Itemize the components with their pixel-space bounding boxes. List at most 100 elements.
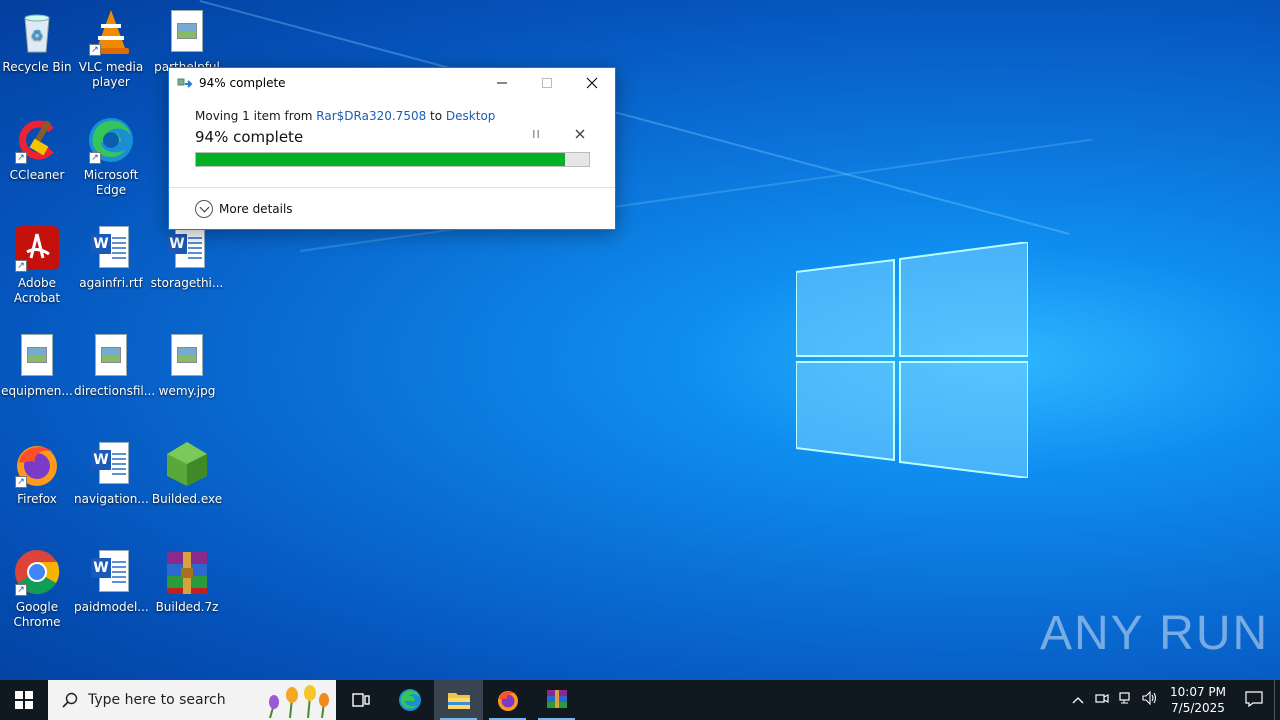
clock-time: 10:07 PM [1170, 685, 1226, 699]
desktop-icon-label: equipmen... [1, 384, 73, 398]
word-document-icon: W [163, 224, 211, 272]
moving-prefix: Moving 1 item from [195, 109, 313, 123]
desktop-icon-google-chrome[interactable]: ↗ Google Chrome [0, 548, 74, 630]
firefox-icon [497, 691, 518, 711]
desktop-icon-wemy[interactable]: wemy.jpg [150, 332, 224, 399]
show-desktop-button[interactable] [1274, 680, 1280, 720]
taskbar-search-box[interactable]: Type here to search [48, 680, 336, 720]
to-word: to [430, 109, 443, 123]
notification-center-button[interactable] [1234, 690, 1274, 710]
destination-folder-link[interactable]: Desktop [446, 109, 496, 123]
pause-icon [533, 130, 539, 138]
vlc-cone-icon: ↗ [87, 8, 135, 56]
desktop-icon-builded-7z[interactable]: Builded.7z [150, 548, 224, 615]
dialog-title: 94% complete [199, 75, 286, 90]
camera-icon [1095, 694, 1109, 703]
system-tray: 10:07 PM 7/5/2025 [1066, 680, 1280, 720]
acrobat-icon: ↗ [13, 224, 61, 272]
more-details-label: More details [219, 202, 293, 216]
desktop-icon-label: storagethi... [150, 276, 224, 290]
desktop-icon-paidmodel[interactable]: W paidmodel... [74, 548, 149, 615]
svg-text:♻: ♻ [31, 28, 44, 44]
shortcut-arrow-icon: ↗ [15, 476, 27, 488]
clock-date: 7/5/2025 [1171, 701, 1225, 715]
dialog-divider [169, 187, 615, 188]
network-button[interactable] [1114, 691, 1138, 709]
edge-icon [398, 689, 421, 711]
desktop-icon-firefox[interactable]: ↗ Firefox [0, 440, 74, 507]
desktop-icon-directionsfil[interactable]: directionsfil... [74, 332, 155, 399]
task-view-icon [351, 693, 370, 707]
word-document-icon: W [87, 440, 135, 488]
chevron-down-icon [195, 200, 213, 218]
desktop-icon-ccleaner[interactable]: ↗ CCleaner [0, 116, 74, 183]
desktop-icon-edge[interactable]: ↗ Microsoft Edge [74, 116, 148, 198]
desktop-icon-label: Recycle Bin [2, 60, 72, 74]
shortcut-arrow-icon: ↗ [89, 152, 101, 164]
desktop-icon-label: Builded.7z [155, 600, 219, 614]
desktop-icon-recycle-bin[interactable]: ♻ Recycle Bin [0, 8, 74, 75]
progress-bar [195, 152, 590, 167]
desktop-icon-navigation[interactable]: W navigation... [74, 440, 149, 507]
search-highlight-flowers-icon [269, 685, 329, 718]
desktop-icon-parthelpful[interactable]: parthelpful [150, 8, 224, 75]
word-document-icon: W [87, 224, 135, 272]
desktop-icon-vlc[interactable]: ↗ VLC media player [74, 8, 148, 90]
source-folder-link[interactable]: Rar$DRa320.7508 [316, 109, 426, 123]
dialog-titlebar[interactable]: 94% complete [169, 68, 615, 97]
image-file-icon [13, 332, 61, 380]
windows-wallpaper-logo [796, 242, 1028, 478]
anyrun-watermark: ANY RUN [1040, 607, 1270, 660]
winrar-archive-icon [163, 548, 211, 596]
taskbar-edge[interactable] [385, 680, 434, 720]
desktop-icon-builded-exe[interactable]: Builded.exe [150, 440, 224, 507]
pause-button[interactable] [529, 129, 543, 143]
windows-logo-icon [15, 691, 33, 709]
shortcut-arrow-icon: ↗ [15, 260, 27, 272]
desktop-icon-label: paidmodel... [74, 600, 149, 614]
minimize-icon [496, 82, 507, 83]
minimize-button[interactable] [479, 68, 524, 97]
desktop-icon-equipmen[interactable]: equipmen... [0, 332, 74, 399]
image-file-icon [163, 8, 211, 56]
start-button[interactable] [0, 680, 48, 720]
progress-bar-fill [196, 153, 566, 166]
percent-complete-text: 94% complete [195, 128, 304, 146]
search-placeholder: Type here to search [88, 692, 226, 708]
folder-icon [447, 693, 470, 709]
desktop-icon-label: Firefox [17, 492, 57, 506]
task-view-button[interactable] [336, 680, 385, 720]
desktop-icon-storagethi[interactable]: W storagethi... [150, 224, 224, 291]
show-hidden-icons-button[interactable] [1066, 693, 1090, 708]
desktop-icon-label: againfri.rtf [79, 276, 143, 290]
taskbar-winrar[interactable] [532, 680, 581, 720]
desktop-icon-adobe-acrobat[interactable]: ↗ Adobe Acrobat [0, 224, 74, 306]
desktop-icon-label: Builded.exe [151, 492, 223, 506]
file-move-icon [177, 75, 193, 91]
network-icon [1119, 692, 1130, 704]
image-file-icon [87, 332, 135, 380]
volume-button[interactable] [1138, 690, 1162, 709]
maximize-icon [541, 77, 552, 88]
search-icon [62, 692, 78, 708]
meet-now-button[interactable] [1090, 691, 1114, 709]
desktop-icon-label: Google Chrome [13, 600, 61, 629]
taskbar-firefox[interactable] [483, 680, 532, 720]
cancel-operation-button[interactable] [573, 128, 587, 142]
shortcut-arrow-icon: ↗ [89, 44, 101, 56]
desktop-icon-againfri[interactable]: W againfri.rtf [74, 224, 148, 291]
edge-icon: ↗ [87, 116, 135, 164]
maximize-button[interactable] [524, 68, 569, 97]
shortcut-arrow-icon: ↗ [15, 152, 27, 164]
ccleaner-icon: ↗ [13, 116, 61, 164]
notification-icon [1245, 690, 1263, 707]
word-document-icon: W [87, 548, 135, 596]
taskbar-file-explorer[interactable] [434, 680, 483, 720]
hexagon-app-icon [163, 440, 211, 488]
close-icon [586, 77, 597, 88]
file-operation-dialog[interactable]: 94% complete Moving 1 item from Rar$DRa3… [168, 67, 616, 230]
more-details-button[interactable]: More details [195, 200, 293, 218]
desktop-icon-label: Microsoft Edge [83, 168, 139, 197]
close-button[interactable] [569, 68, 614, 97]
taskbar-clock[interactable]: 10:07 PM 7/5/2025 [1162, 684, 1234, 716]
